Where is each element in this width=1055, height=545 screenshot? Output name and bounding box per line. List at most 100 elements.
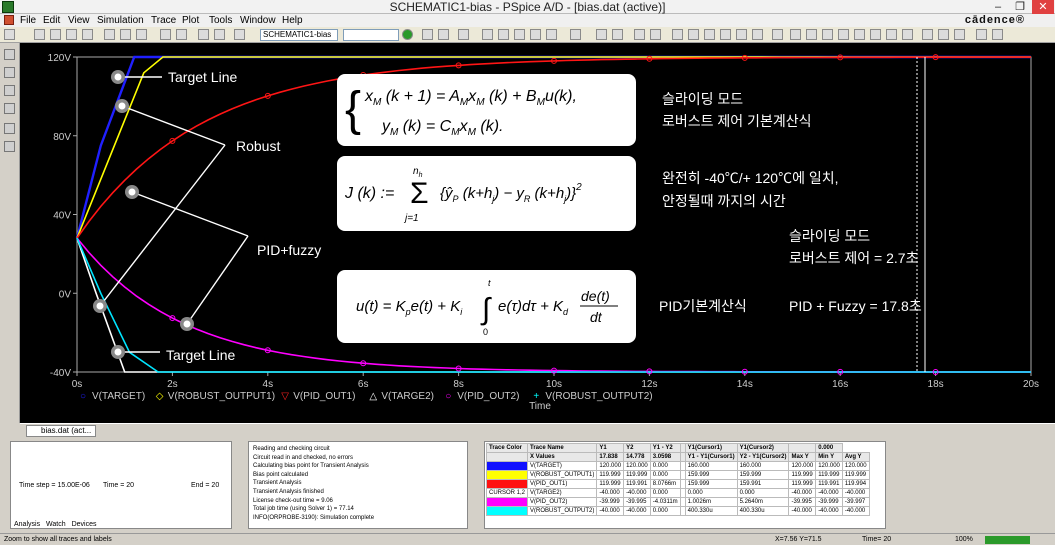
trace-color-swatch	[485, 506, 529, 516]
paste-icon[interactable]	[136, 29, 147, 40]
status-hint: Zoom to show all traces and labels	[4, 536, 112, 543]
open-icon[interactable]	[34, 29, 45, 40]
zoom-prev-icon[interactable]	[546, 29, 557, 40]
tab-watch[interactable]: Watch	[46, 521, 66, 528]
document-icon[interactable]	[4, 15, 14, 25]
bookmark-icon[interactable]	[234, 29, 245, 40]
window-tile-icon[interactable]	[976, 29, 987, 40]
table-row[interactable]: V(ROBUST_OUTPUT2) -40.000 -40.000 0.000 400.…	[485, 506, 870, 516]
tab-devices[interactable]: Devices	[72, 521, 97, 528]
undo-icon[interactable]	[160, 29, 171, 40]
search-field[interactable]	[343, 29, 399, 41]
zoom-in-icon[interactable]	[498, 29, 509, 40]
brace-sliding: {	[345, 83, 361, 136]
dot-pid-upper-core	[128, 188, 136, 196]
power-marker-icon[interactable]	[954, 29, 965, 40]
trace-add-icon[interactable]	[4, 85, 15, 96]
waveform-plot[interactable]: 120V 80V 40V 0V -40V 0s 2s 4s 6s 8s 10s 12s 14s 16s 1…	[20, 43, 1055, 423]
copy-icon[interactable]	[120, 29, 131, 40]
fft-icon[interactable]	[596, 29, 607, 40]
menu-window[interactable]: Window	[240, 14, 276, 27]
maximize-button[interactable]: ❐	[1010, 0, 1030, 14]
print-icon[interactable]	[66, 29, 77, 40]
arrow-icon[interactable]	[854, 29, 865, 40]
window-cascade-icon[interactable]	[992, 29, 1003, 40]
menu-file[interactable]: File	[20, 14, 36, 27]
label-fully-match: 완전히 -40℃/+ 120℃에 일치,	[662, 170, 839, 186]
cursor-trough-icon[interactable]	[704, 29, 715, 40]
box-icon[interactable]	[870, 29, 881, 40]
tab-analysis[interactable]: Analysis	[14, 521, 40, 528]
cursor-point-icon[interactable]	[772, 29, 783, 40]
line-label-icon[interactable]	[822, 29, 833, 40]
table-row[interactable]: V(ROBUST_OUTPUT1) 119.999 119.999 0.000 159.…	[485, 470, 870, 480]
minimize-button[interactable]: –	[988, 0, 1008, 14]
cursor-icon[interactable]	[672, 29, 683, 40]
view-sim-icon[interactable]	[458, 29, 469, 40]
redo-icon[interactable]	[176, 29, 187, 40]
menu-simulation[interactable]: Simulation	[97, 14, 144, 27]
eval-icon[interactable]	[650, 29, 661, 40]
run-icon[interactable]	[402, 29, 413, 40]
menu-trace[interactable]: Trace	[151, 14, 176, 27]
add-trace-icon[interactable]	[634, 29, 645, 40]
ellipse-icon[interactable]	[902, 29, 913, 40]
find-icon[interactable]	[198, 29, 209, 40]
cursor-min-icon[interactable]	[736, 29, 747, 40]
legend-entry[interactable]: V(PID_OUT2)	[457, 391, 519, 402]
table-row[interactable]: CURSOR 1,2 V(TARGE2) -40.000 -40.000 0.000 0.…	[485, 488, 870, 498]
menu-help[interactable]: Help	[282, 14, 303, 27]
voltage-marker-icon[interactable]	[922, 29, 933, 40]
dot-robust-upper-core	[118, 102, 126, 110]
table-cell: 120.000	[815, 461, 843, 471]
close-button[interactable]: ✕	[1032, 0, 1054, 14]
current-marker-icon[interactable]	[938, 29, 949, 40]
menu-tools[interactable]: Tools	[209, 14, 232, 27]
mark-label-icon[interactable]	[790, 29, 801, 40]
menu-edit[interactable]: Edit	[43, 14, 60, 27]
settings-icon[interactable]	[4, 141, 15, 152]
menu-view[interactable]: View	[68, 14, 90, 27]
polyline-icon[interactable]	[838, 29, 849, 40]
time-step: Time step = 15.00E-06	[19, 482, 90, 489]
trace-color-swatch	[485, 461, 529, 471]
legend-entry[interactable]: V(TARGE2)	[381, 391, 434, 402]
table-row[interactable]: V(TARGET) 120.000 120.000 0.000 160.000 160.0…	[485, 461, 870, 471]
cursor-peak-icon[interactable]	[688, 29, 699, 40]
save-icon[interactable]	[50, 29, 61, 40]
new-icon[interactable]	[4, 29, 15, 40]
profile-select[interactable]: SCHEMATIC1-bias	[260, 29, 338, 41]
legend-entry[interactable]: V(PID_OUT1)	[293, 391, 355, 402]
table-cell: 120.000	[596, 461, 625, 471]
legend-entry[interactable]: V(ROBUST_OUTPUT1)	[168, 391, 275, 402]
probe-icon[interactable]	[4, 49, 15, 60]
output-file-icon[interactable]	[4, 123, 15, 134]
zoom-area-icon[interactable]	[530, 29, 541, 40]
cut-icon[interactable]	[104, 29, 115, 40]
table-cell: 119.999	[623, 470, 651, 480]
tab-bias-dat[interactable]: bias.dat (act...	[26, 425, 97, 437]
zoom-out-icon[interactable]	[514, 29, 525, 40]
pause-icon[interactable]	[422, 29, 433, 40]
legend-entry[interactable]: V(TARGET)	[92, 391, 145, 402]
table-header-cell	[485, 452, 529, 462]
cursor-slope-icon[interactable]	[720, 29, 731, 40]
text-label-icon[interactable]	[806, 29, 817, 40]
menu-plot[interactable]: Plot	[182, 14, 199, 27]
zoom-fit-icon[interactable]	[482, 29, 493, 40]
status-time: Time= 20	[862, 536, 892, 543]
performance-icon[interactable]	[612, 29, 623, 40]
plot-window-icon[interactable]	[4, 67, 15, 78]
log-x-icon[interactable]	[570, 29, 581, 40]
trace-delete-icon[interactable]	[4, 103, 15, 114]
replace-icon[interactable]	[214, 29, 225, 40]
stop-icon[interactable]	[438, 29, 449, 40]
circle-icon[interactable]	[886, 29, 897, 40]
cursor-max-icon[interactable]	[752, 29, 763, 40]
legend-entry[interactable]: V(ROBUST_OUTPUT2)	[545, 391, 652, 402]
table-header-cell: Avg Y	[841, 452, 870, 462]
print-preview-icon[interactable]	[82, 29, 93, 40]
table-row[interactable]: V(PID_OUT1) 119.999 119.991 8.0766m 159.999 1…	[485, 479, 870, 489]
table-row[interactable]: V(PID_OUT2) -39.999 -39.995 -4.0311m 1.0026m…	[485, 497, 870, 507]
legend-marker: ○	[80, 391, 86, 402]
